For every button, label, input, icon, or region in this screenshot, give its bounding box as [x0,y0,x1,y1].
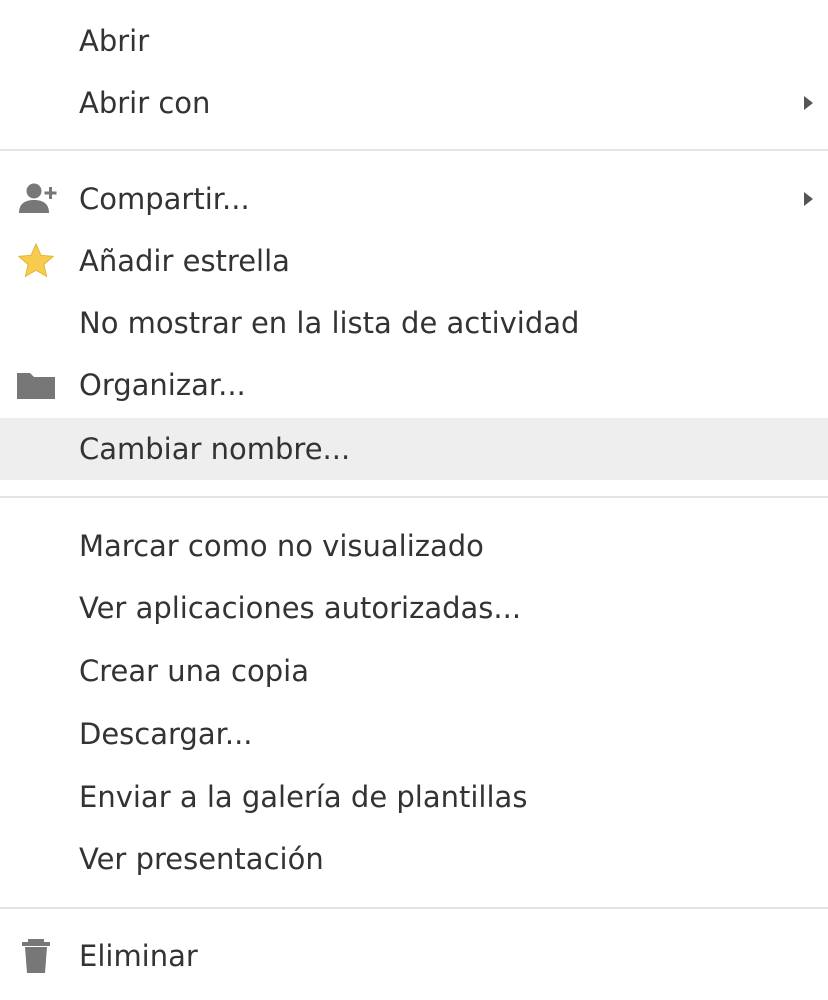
menu-item-eliminar[interactable]: Eliminar [0,925,828,987]
trash-icon [14,937,58,975]
menu-item-label: Ver presentación [79,842,324,876]
add-person-icon [14,180,58,218]
menu-item-no-mostrar-actividad[interactable]: No mostrar en la lista de actividad [0,292,828,354]
menu-item-crear-copia[interactable]: Crear una copia [0,640,828,702]
menu-item-label: Añadir estrella [79,244,290,278]
folder-icon [14,366,58,404]
menu-divider [0,496,828,498]
menu-item-ver-aplicaciones[interactable]: Ver aplicaciones autorizadas... [0,577,828,639]
menu-item-organizar[interactable]: Organizar... [0,354,828,416]
menu-item-cambiar-nombre[interactable]: Cambiar nombre... [0,418,828,480]
menu-item-label: Eliminar [79,939,198,973]
menu-item-abrir-con[interactable]: Abrir con [0,72,828,134]
chevron-right-icon [801,189,815,209]
chevron-right-icon [801,93,815,113]
menu-item-label: Ver aplicaciones autorizadas... [79,591,522,625]
menu-item-compartir[interactable]: Compartir... [0,168,828,230]
menu-item-label: Compartir... [79,182,250,216]
menu-item-marcar-no-visualizado[interactable]: Marcar como no visualizado [0,515,828,577]
menu-item-label: Enviar a la galería de plantillas [79,780,528,814]
menu-item-label: Marcar como no visualizado [79,529,484,563]
menu-item-label: Cambiar nombre... [79,432,351,466]
menu-item-label: Crear una copia [79,654,309,688]
menu-item-abrir[interactable]: Abrir [0,10,828,72]
menu-item-label: Organizar... [79,368,246,402]
menu-item-anadir-estrella[interactable]: Añadir estrella [0,230,828,292]
menu-divider [0,149,828,151]
menu-item-ver-presentacion[interactable]: Ver presentación [0,828,828,890]
menu-item-label: Abrir con [79,86,211,120]
menu-item-descargar[interactable]: Descargar... [0,703,828,765]
menu-divider [0,907,828,909]
context-menu: Abrir Abrir con Compartir... Añadir estr… [0,0,828,1000]
menu-item-label: No mostrar en la lista de actividad [79,306,580,340]
menu-item-label: Descargar... [79,717,253,751]
menu-item-enviar-galeria[interactable]: Enviar a la galería de plantillas [0,766,828,828]
star-icon [14,242,58,280]
menu-item-label: Abrir [79,24,150,58]
